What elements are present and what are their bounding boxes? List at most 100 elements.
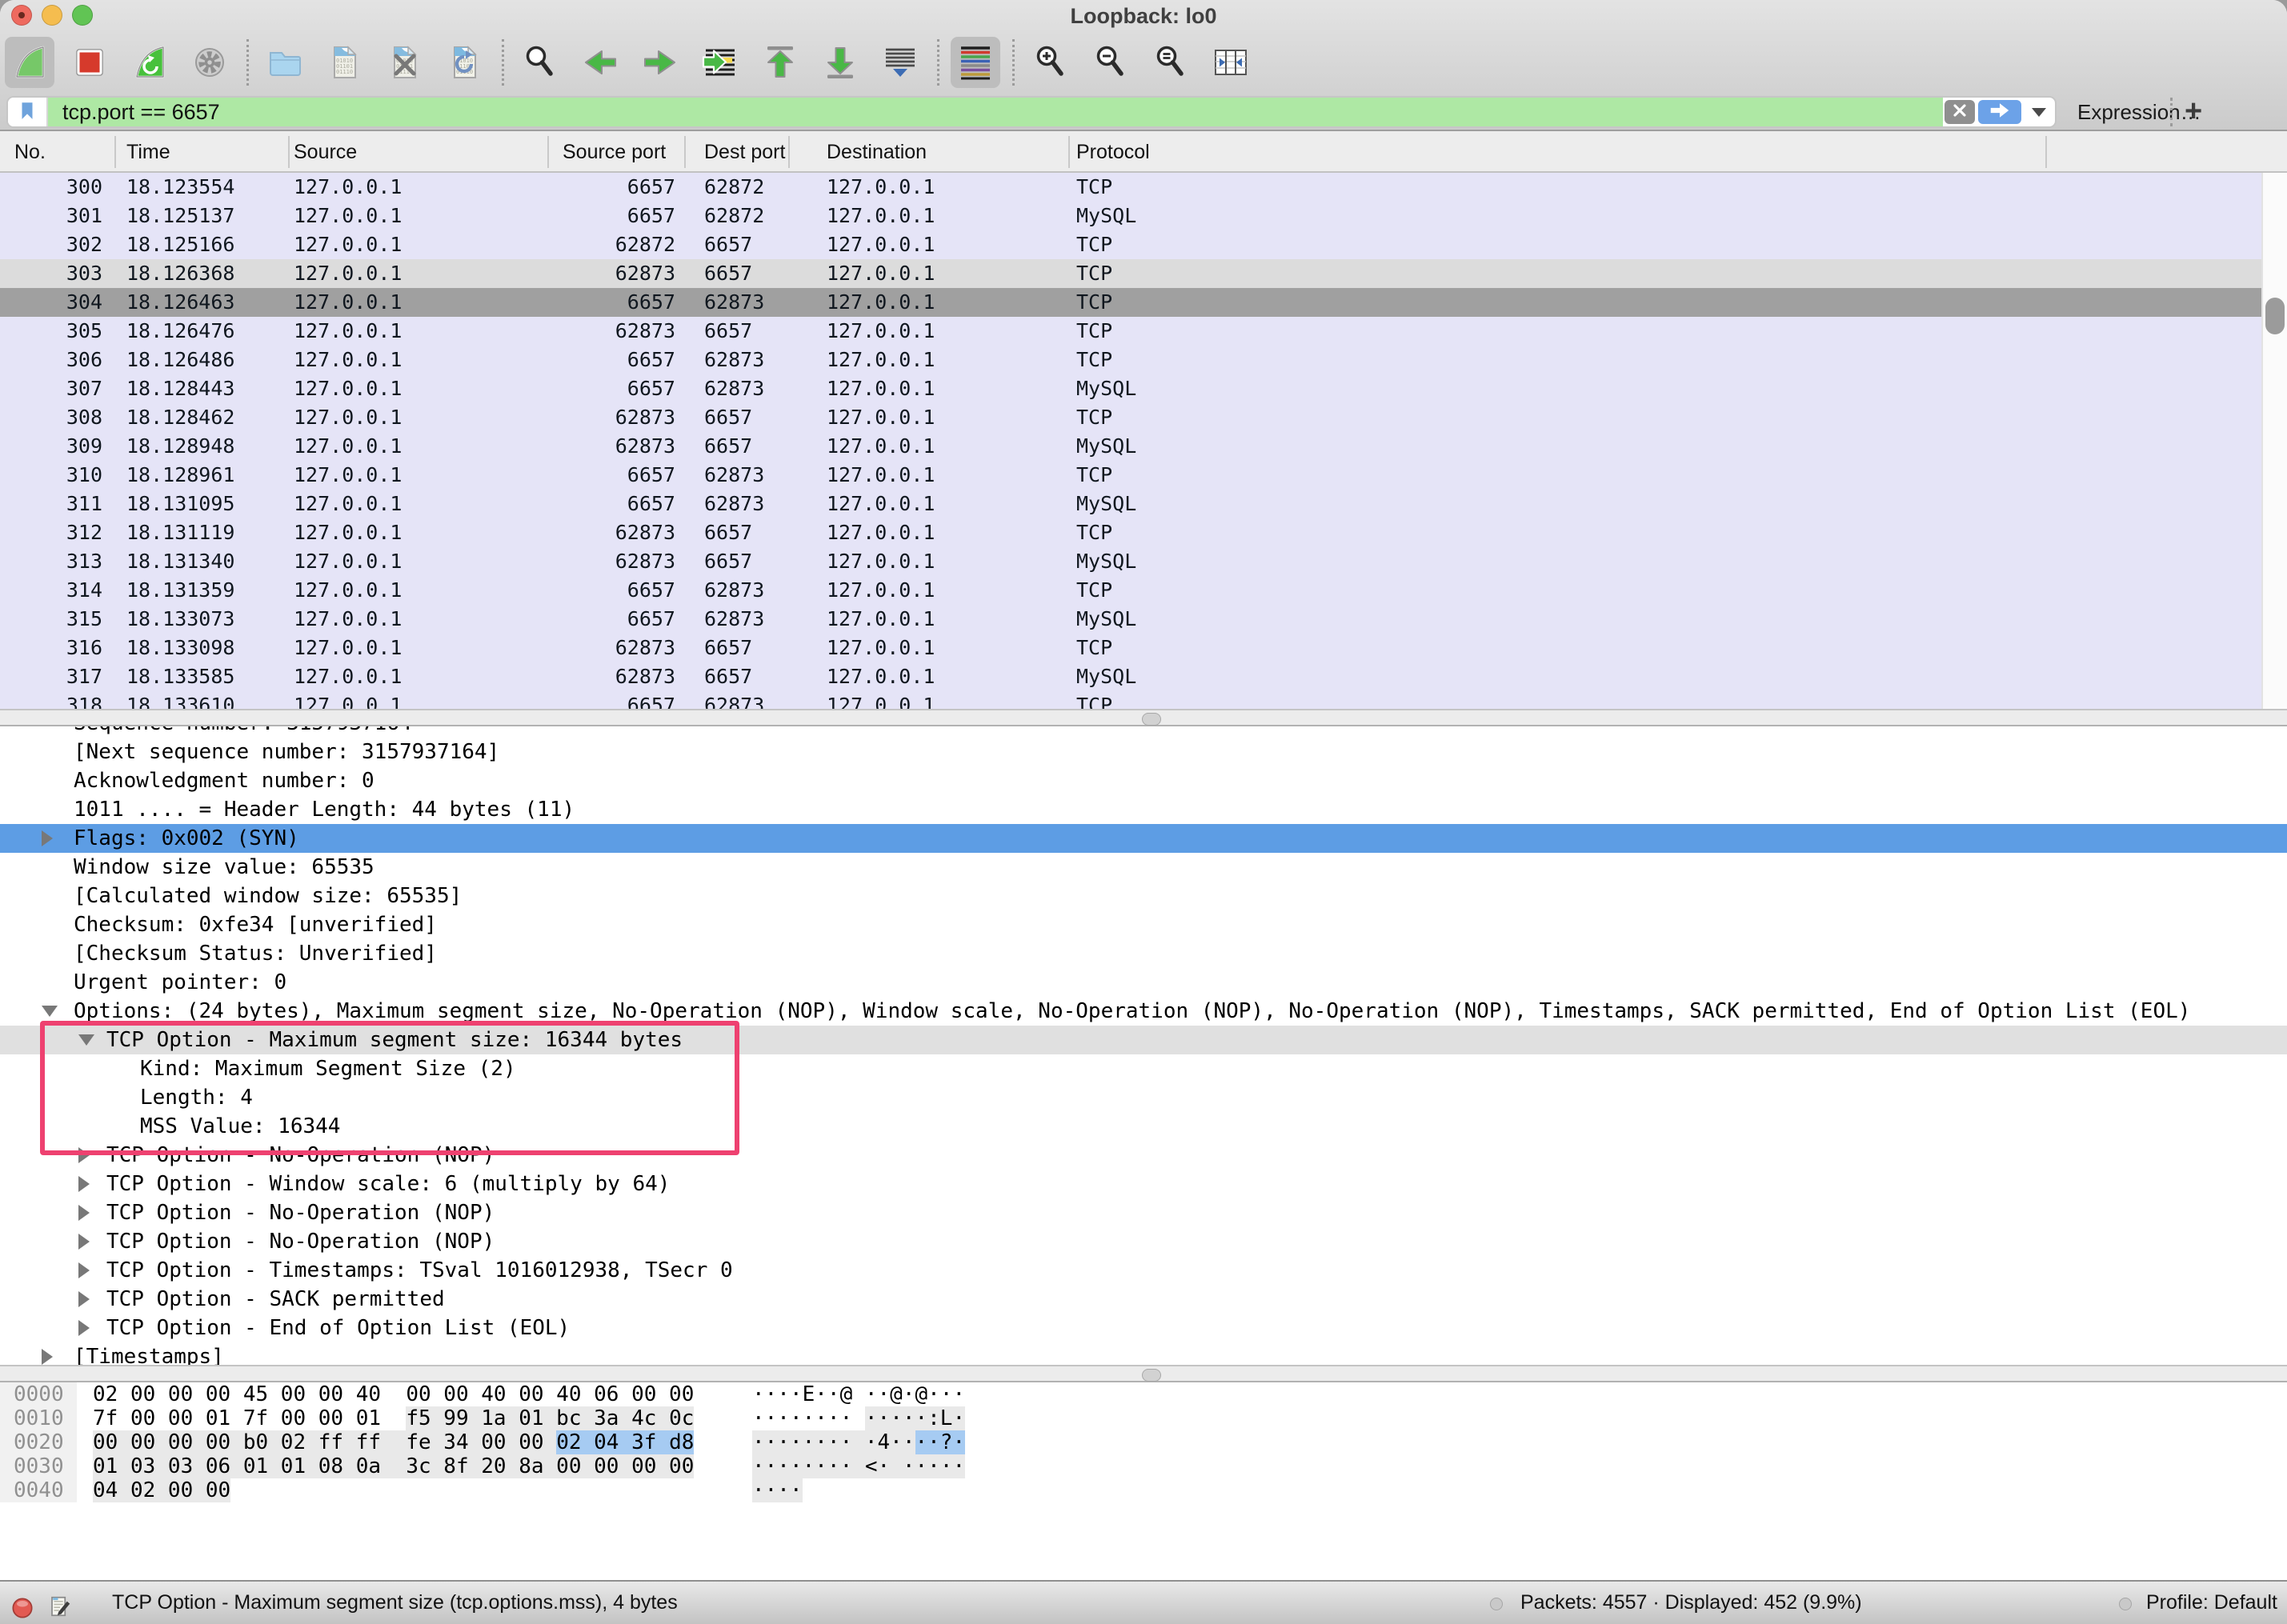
start-capture-button[interactable] xyxy=(5,37,54,88)
stop-capture-button[interactable] xyxy=(65,37,114,88)
packet-list-scrollbar[interactable] xyxy=(2261,173,2287,709)
expand-arrow-icon[interactable] xyxy=(78,1291,90,1307)
detail-row[interactable]: [Calculated window size: 65535] xyxy=(0,882,2287,910)
column-header-dest-port[interactable]: Dest port xyxy=(704,131,785,173)
packet-row[interactable]: 31518.133073127.0.0.1665762873127.0.0.1M… xyxy=(0,605,2261,634)
collapse-arrow-icon[interactable] xyxy=(42,1006,58,1017)
detail-row[interactable]: TCP Option - Maximum segment size: 16344… xyxy=(0,1026,2287,1054)
detail-row[interactable]: MSS Value: 16344 xyxy=(0,1112,2287,1141)
packet-row[interactable]: 30518.126476127.0.0.1628736657127.0.0.1T… xyxy=(0,317,2261,346)
hex-bytes[interactable]: 01 03 03 06 01 01 08 0a 3c 8f 20 8a 00 0… xyxy=(93,1454,694,1478)
reload-file-button[interactable]: 010100110101110 xyxy=(440,37,490,88)
detail-row[interactable]: [Checksum Status: Unverified] xyxy=(0,939,2287,968)
hex-bytes[interactable]: 00 00 00 00 b0 02 ff ff fe 34 00 00 02 0… xyxy=(93,1430,694,1454)
profile-button[interactable]: Profile: Default xyxy=(2146,1582,2277,1624)
open-file-button[interactable] xyxy=(260,37,310,88)
detail-row[interactable]: Window size value: 65535 xyxy=(0,853,2287,882)
packet-row[interactable]: 30118.125137127.0.0.1665762872127.0.0.1M… xyxy=(0,202,2261,230)
filter-input[interactable]: tcp.port == 6657 xyxy=(48,98,1943,126)
detail-row[interactable]: Flags: 0x002 (SYN) xyxy=(0,824,2287,853)
detail-row[interactable]: TCP Option - No-Operation (NOP) xyxy=(0,1198,2287,1227)
go-first-button[interactable] xyxy=(755,37,805,88)
scrollbar-thumb[interactable] xyxy=(2265,298,2285,334)
collapse-arrow-icon[interactable] xyxy=(78,1034,94,1046)
packet-row[interactable]: 31318.131340127.0.0.1628736657127.0.0.1M… xyxy=(0,547,2261,576)
column-separator[interactable] xyxy=(547,136,549,168)
packet-row[interactable]: 31718.133585127.0.0.1628736657127.0.0.1M… xyxy=(0,662,2261,691)
column-header-source-port[interactable]: Source port xyxy=(563,131,666,173)
resize-columns-button[interactable] xyxy=(1206,37,1256,88)
detail-row[interactable]: TCP Option - End of Option List (EOL) xyxy=(0,1314,2287,1342)
clear-filter-button[interactable] xyxy=(1945,100,1975,124)
packet-row[interactable]: 30618.126486127.0.0.1665762873127.0.0.1T… xyxy=(0,346,2261,374)
column-header-no-[interactable]: No. xyxy=(14,131,46,173)
hex-row[interactable]: 000002 00 00 00 45 00 00 40 00 00 40 00 … xyxy=(0,1382,2287,1406)
close-file-button[interactable]: 010100110101110 xyxy=(380,37,430,88)
column-separator[interactable] xyxy=(684,136,686,168)
packet-row[interactable]: 31118.131095127.0.0.1665762873127.0.0.1M… xyxy=(0,490,2261,518)
column-header-destination[interactable]: Destination xyxy=(827,131,927,173)
go-last-button[interactable] xyxy=(815,37,865,88)
hex-row[interactable]: 004004 02 00 00···· xyxy=(0,1478,2287,1502)
hex-bytes[interactable]: 7f 00 00 01 7f 00 00 01 f5 99 1a 01 bc 3… xyxy=(93,1406,694,1430)
hex-bytes[interactable]: 02 00 00 00 45 00 00 40 00 00 40 00 40 0… xyxy=(93,1382,694,1406)
packet-row[interactable]: 30318.126368127.0.0.1628736657127.0.0.1T… xyxy=(0,259,2261,288)
expand-arrow-icon[interactable] xyxy=(78,1320,90,1336)
detail-row[interactable]: Options: (24 bytes), Maximum segment siz… xyxy=(0,997,2287,1026)
ascii-bytes[interactable]: ···· xyxy=(752,1478,803,1502)
column-separator[interactable] xyxy=(2045,136,2047,168)
column-header-time[interactable]: Time xyxy=(126,131,170,173)
find-packet-button[interactable] xyxy=(515,37,565,88)
expand-arrow-icon[interactable] xyxy=(78,1205,90,1221)
packet-row[interactable]: 31218.131119127.0.0.1628736657127.0.0.1T… xyxy=(0,518,2261,547)
column-separator[interactable] xyxy=(788,136,790,168)
packet-row[interactable]: 30418.126463127.0.0.1665762873127.0.0.1T… xyxy=(0,288,2261,317)
save-file-button[interactable]: 010100110101110 xyxy=(320,37,370,88)
detail-row[interactable]: Checksum: 0xfe34 [unverified] xyxy=(0,910,2287,939)
column-header-protocol[interactable]: Protocol xyxy=(1076,131,1150,173)
capture-options-button[interactable] xyxy=(185,37,234,88)
detail-row[interactable]: [Next sequence number: 3157937164] xyxy=(0,738,2287,766)
ascii-bytes[interactable]: ········ ·4····?· xyxy=(752,1430,965,1454)
ascii-bytes[interactable]: ········ ·····:L· xyxy=(752,1406,965,1430)
packet-row[interactable]: 30718.128443127.0.0.1665762873127.0.0.1M… xyxy=(0,374,2261,403)
expand-arrow-icon[interactable] xyxy=(78,1262,90,1278)
apply-filter-button[interactable] xyxy=(1978,100,2021,124)
expand-arrow-icon[interactable] xyxy=(42,1349,53,1365)
zoom-out-button[interactable] xyxy=(1086,37,1135,88)
packet-row[interactable]: 31418.131359127.0.0.1665762873127.0.0.1T… xyxy=(0,576,2261,605)
column-separator[interactable] xyxy=(1068,136,1070,168)
detail-row[interactable]: Acknowledgment number: 0 xyxy=(0,766,2287,795)
add-filter-button[interactable]: + xyxy=(2185,93,2202,131)
ascii-bytes[interactable]: ········ <· ····· xyxy=(752,1454,965,1478)
capture-comment-button[interactable] xyxy=(48,1591,72,1615)
zoom-in-button[interactable] xyxy=(1026,37,1075,88)
colorize-button[interactable] xyxy=(951,37,1000,88)
expert-info-button[interactable] xyxy=(11,1592,34,1614)
hex-row[interactable]: 003001 03 03 06 01 01 08 0a 3c 8f 20 8a … xyxy=(0,1454,2287,1478)
hex-bytes[interactable]: 04 02 00 00 xyxy=(93,1478,230,1502)
detail-row[interactable]: Sequence number: 3157937164 xyxy=(0,726,2287,738)
detail-row[interactable]: Length: 4 xyxy=(0,1083,2287,1112)
column-separator[interactable] xyxy=(114,136,116,168)
hex-row[interactable]: 002000 00 00 00 b0 02 ff ff fe 34 00 00 … xyxy=(0,1430,2287,1454)
detail-row[interactable]: 1011 .... = Header Length: 44 bytes (11) xyxy=(0,795,2287,824)
column-separator[interactable] xyxy=(288,136,290,168)
splitter-handle[interactable] xyxy=(1142,713,1161,726)
detail-row[interactable]: TCP Option - Timestamps: TSval 101601293… xyxy=(0,1256,2287,1285)
auto-scroll-button[interactable] xyxy=(875,37,925,88)
go-back-button[interactable] xyxy=(575,37,625,88)
packet-row[interactable]: 30018.123554127.0.0.1665762872127.0.0.1T… xyxy=(0,173,2261,202)
filter-bookmark-button[interactable] xyxy=(8,98,48,126)
splitter-list-details[interactable] xyxy=(0,709,2287,726)
splitter-handle[interactable] xyxy=(1142,1369,1161,1382)
expand-arrow-icon[interactable] xyxy=(78,1147,90,1163)
packet-row[interactable]: 30818.128462127.0.0.1628736657127.0.0.1T… xyxy=(0,403,2261,432)
hex-row[interactable]: 00107f 00 00 01 7f 00 00 01 f5 99 1a 01 … xyxy=(0,1406,2287,1430)
expand-arrow-icon[interactable] xyxy=(78,1176,90,1192)
detail-row[interactable]: TCP Option - SACK permitted xyxy=(0,1285,2287,1314)
packet-row[interactable]: 30918.128948127.0.0.1628736657127.0.0.1M… xyxy=(0,432,2261,461)
detail-row[interactable]: TCP Option - No-Operation (NOP) xyxy=(0,1141,2287,1170)
zoom-100-button[interactable] xyxy=(1146,37,1196,88)
detail-row[interactable]: TCP Option - Window scale: 6 (multiply b… xyxy=(0,1170,2287,1198)
